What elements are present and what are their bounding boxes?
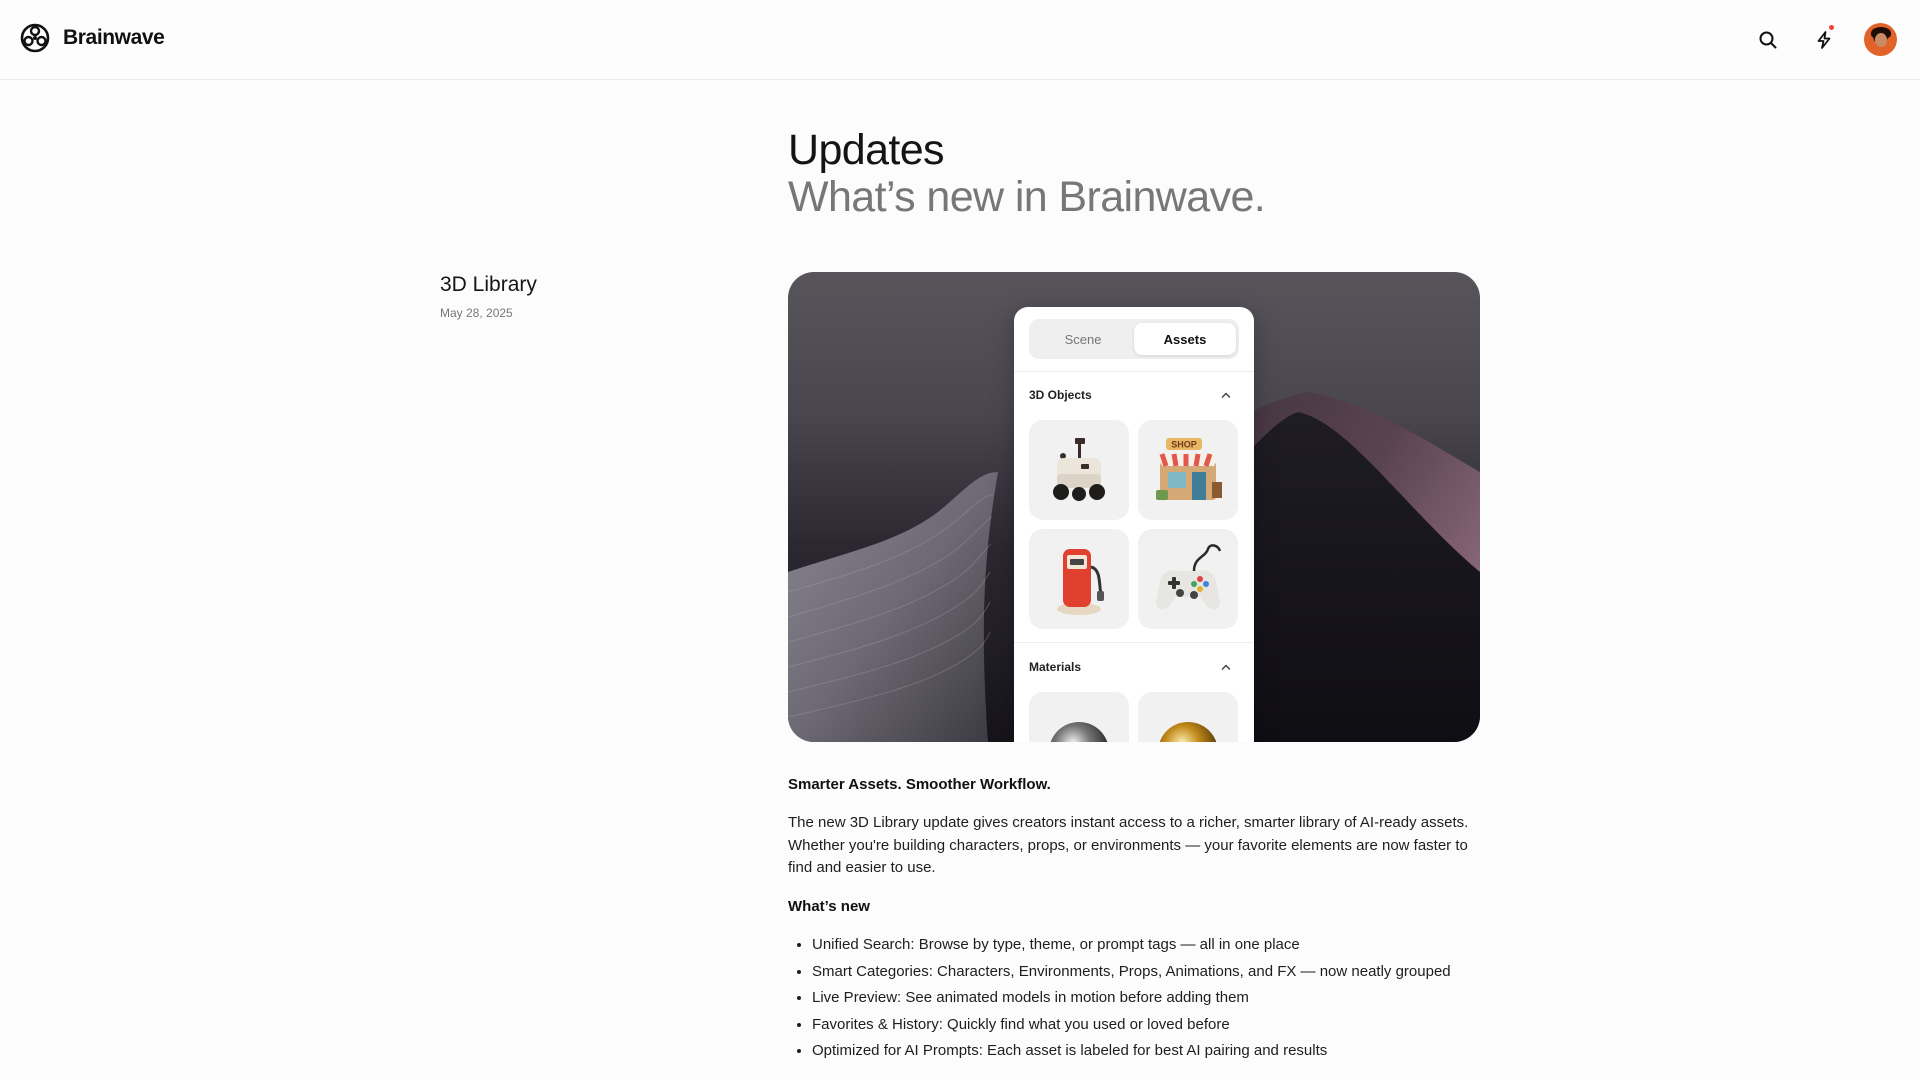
logo-icon (20, 23, 50, 53)
gold-sphere-icon (1159, 722, 1217, 742)
page-subtitle: What’s new in Brainwave. (788, 173, 1266, 221)
shop-icon: SHOP (1156, 438, 1222, 500)
page-title: Updates (788, 126, 945, 174)
whats-new-heading: What’s new (788, 898, 870, 915)
shop-sign: SHOP (1171, 440, 1197, 450)
robot-icon (1053, 438, 1105, 501)
search-icon (1759, 31, 1777, 49)
bolt-icon (1817, 31, 1831, 49)
chrome-sphere-icon (1050, 722, 1108, 742)
section-title-materials: Materials (1029, 660, 1082, 674)
list-item: Live Preview: See animated models in mot… (812, 987, 1451, 1014)
updates-button[interactable] (1808, 24, 1840, 56)
entry-date: May 28, 2025 (440, 306, 513, 320)
tab-scene[interactable]: Scene (1032, 323, 1134, 355)
lead-heading: Smarter Assets. Smoother Workflow. (788, 776, 1051, 793)
gas-pump-icon (1057, 549, 1104, 615)
feature-list: Unified Search: Browse by type, theme, o… (788, 934, 1451, 1067)
divider (1014, 642, 1254, 643)
brand-name: Brainwave (63, 26, 165, 49)
asset-tile-chrome-sphere[interactable] (1029, 692, 1129, 742)
asset-tile-gold-sphere[interactable] (1138, 692, 1238, 742)
asset-tile-gas-pump[interactable] (1029, 529, 1129, 629)
list-item: Smart Categories: Characters, Environmen… (812, 961, 1451, 988)
avatar[interactable] (1864, 23, 1897, 56)
asset-tile-game-controller[interactable] (1138, 529, 1238, 629)
list-item: Optimized for AI Prompts: Each asset is … (812, 1040, 1451, 1067)
asset-tile-shop[interactable]: SHOP (1138, 420, 1238, 520)
asset-panel: Scene Assets 3D Objects SHOP Materials (1014, 307, 1254, 742)
game-controller-icon (1155, 544, 1222, 610)
notification-dot (1829, 25, 1834, 30)
entry-title: 3D Library (440, 273, 537, 296)
list-item: Unified Search: Browse by type, theme, o… (812, 934, 1451, 961)
avatar-face (1875, 33, 1887, 47)
description-paragraph: The new 3D Library update gives creators… (788, 814, 1469, 876)
divider (1014, 371, 1254, 372)
hero-image: Scene Assets 3D Objects SHOP Materials (788, 272, 1480, 742)
section-title-3d-objects: 3D Objects (1029, 388, 1092, 402)
tab-assets[interactable]: Assets (1134, 323, 1236, 355)
top-bar: Brainwave (0, 0, 1920, 80)
segmented-control: Scene Assets (1029, 319, 1239, 359)
brand[interactable]: Brainwave (19, 22, 165, 54)
chevron-up-icon[interactable] (1219, 388, 1233, 402)
search-button[interactable] (1752, 24, 1784, 56)
list-item: Favorites & History: Quickly find what y… (812, 1014, 1451, 1041)
asset-tile-robot[interactable] (1029, 420, 1129, 520)
chevron-up-icon[interactable] (1219, 660, 1233, 674)
